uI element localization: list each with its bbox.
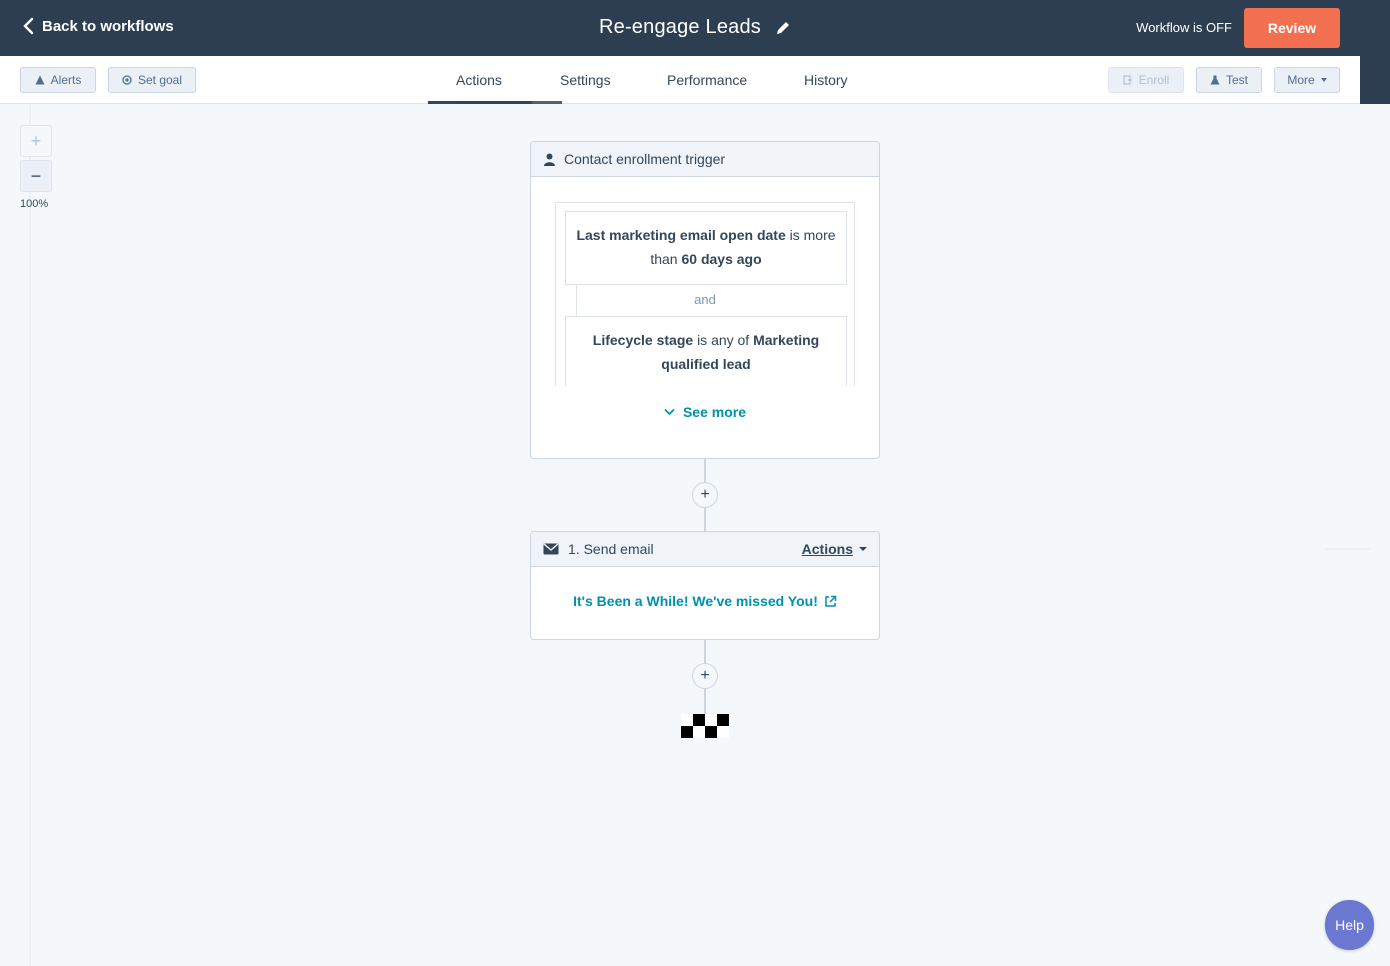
zoom-in-button[interactable]: + (20, 125, 52, 157)
see-more-label: See more (682, 404, 747, 420)
zoom-out-button[interactable]: − (20, 160, 52, 192)
active-tab-indicator-shadow (458, 101, 562, 104)
filter-property: Last marketing email open date (576, 227, 786, 243)
test-label: Test (1225, 73, 1248, 87)
finish-flag-icon (681, 714, 729, 738)
filter-value: 60 days ago (681, 251, 762, 267)
envelope-icon (543, 543, 559, 555)
set-goal-button[interactable]: Set goal (108, 67, 196, 93)
tab-actions[interactable]: Actions (456, 72, 502, 88)
see-more-link[interactable]: See more (531, 404, 879, 420)
review-button[interactable]: Review (1244, 8, 1340, 48)
caret-down-icon (859, 547, 867, 551)
caret-down-icon (1320, 78, 1327, 82)
workflow-status: Workflow is OFF (1136, 20, 1232, 35)
sub-navigation: Alerts Set goal Actions Settings Perform… (0, 56, 1360, 104)
alerts-button[interactable]: Alerts (20, 67, 96, 93)
trigger-card-header: Contact enrollment trigger (531, 142, 879, 177)
enrollment-trigger-card[interactable]: Contact enrollment trigger Last marketin… (530, 141, 880, 459)
top-header: Back to workflows Re-engage Leads Workfl… (0, 0, 1390, 56)
enroll-icon (1123, 75, 1132, 85)
filter-lifecycle-stage[interactable]: Lifecycle stage is any of Marketing qual… (565, 316, 847, 386)
test-button[interactable]: Test (1196, 67, 1262, 93)
more-dropdown[interactable]: More (1274, 67, 1340, 93)
zoom-level: 100% (20, 198, 49, 210)
target-icon (122, 75, 132, 85)
workflow-title[interactable]: Re-engage Leads (599, 16, 761, 39)
tab-history[interactable]: History (804, 72, 848, 88)
flask-icon (1210, 75, 1220, 85)
and-label: and (694, 292, 716, 307)
alerts-label: Alerts (50, 73, 82, 87)
chevron-down-icon (664, 408, 675, 416)
trigger-title: Contact enrollment trigger (564, 151, 726, 167)
header-corner (1360, 56, 1390, 104)
enroll-button[interactable]: Enroll (1108, 67, 1184, 93)
step-actions-dropdown[interactable]: Actions (802, 541, 867, 557)
contact-icon (544, 153, 555, 166)
more-label: More (1287, 73, 1315, 87)
filter-last-email-open[interactable]: Last marketing email open date is more t… (565, 211, 847, 285)
email-card-header: 1. Send email Actions (531, 532, 879, 567)
set-goal-label: Set goal (137, 73, 183, 87)
filter-operator: is any of (697, 332, 750, 348)
add-action-button[interactable]: + (692, 663, 718, 689)
step-title: 1. Send email (568, 541, 654, 557)
tab-settings[interactable]: Settings (560, 72, 611, 88)
help-button[interactable]: Help (1325, 900, 1374, 950)
canvas-left-rail (29, 104, 31, 966)
email-name: It's Been a While! We've missed You! (573, 593, 818, 609)
external-link-icon (825, 595, 837, 607)
filter-property: Lifecycle stage (592, 332, 694, 348)
pencil-icon[interactable] (775, 20, 791, 36)
actions-label: Actions (801, 541, 853, 557)
canvas-divider (1325, 548, 1370, 550)
tab-performance[interactable]: Performance (667, 72, 747, 88)
enroll-label: Enroll (1138, 73, 1170, 87)
send-email-card[interactable]: 1. Send email Actions It's Been a While!… (530, 531, 880, 640)
warning-icon (35, 75, 45, 85)
email-link[interactable]: It's Been a While! We've missed You! (531, 593, 879, 609)
filters-box: Last marketing email open date is more t… (555, 202, 855, 386)
add-action-button[interactable]: + (692, 482, 718, 508)
